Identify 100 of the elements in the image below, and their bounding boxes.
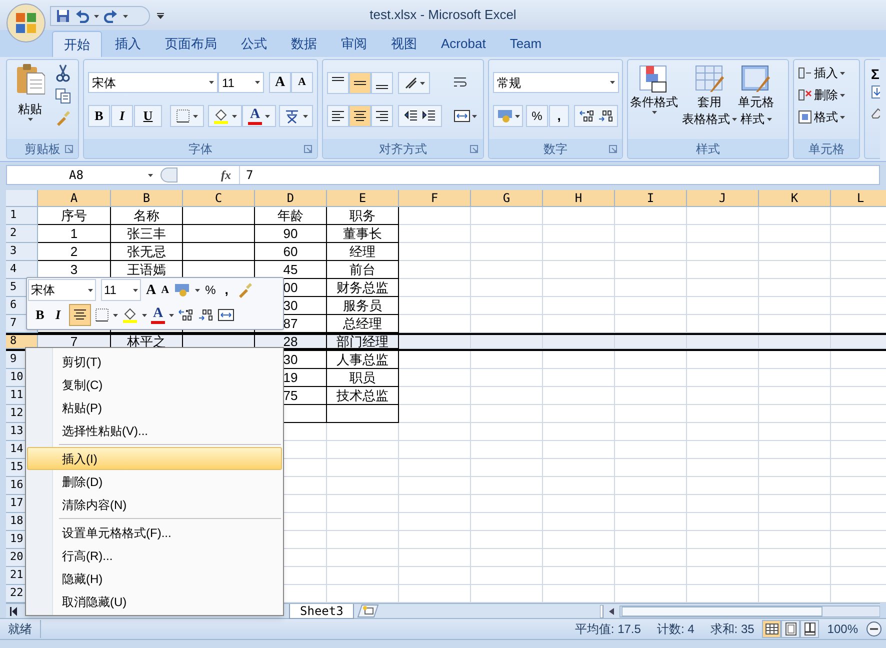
comma-button[interactable]: , [549, 105, 569, 127]
column-header[interactable]: L [831, 190, 886, 207]
cell-styles-button[interactable]: 单元格 样式 [738, 64, 774, 128]
menu-item[interactable]: 设置单元格格式(F)... [27, 521, 282, 544]
eraser-icon[interactable] [871, 107, 880, 119]
comma-button[interactable]: , [220, 280, 232, 300]
number-format-dropdown[interactable]: 常规 [493, 72, 619, 93]
bold-button[interactable]: B [88, 105, 110, 127]
column-header[interactable]: A [38, 190, 111, 207]
bottom-align-button[interactable] [371, 72, 393, 94]
caret-icon[interactable] [133, 288, 138, 292]
font-family-dropdown[interactable]: 宋体 [28, 279, 96, 301]
delete-button[interactable]: 删除 [798, 85, 845, 105]
horizontal-scrollbar[interactable] [600, 604, 880, 618]
column-header[interactable]: J [687, 190, 759, 207]
format-as-table-button[interactable]: 套用 表格格式 [682, 64, 737, 128]
column-header[interactable]: D [255, 190, 327, 207]
redo-icon[interactable] [104, 9, 118, 23]
customize-icon[interactable] [157, 13, 164, 19]
shrink-font-button[interactable]: A [161, 282, 170, 298]
ribbon-tab[interactable]: Acrobat [430, 31, 497, 57]
ribbon-tab[interactable]: Team [498, 31, 553, 57]
font-color-button[interactable]: A [152, 306, 164, 320]
page-layout-view-button[interactable] [781, 620, 800, 638]
cut-icon[interactable] [55, 64, 71, 82]
column-header[interactable]: G [471, 190, 543, 207]
italic-button[interactable]: I [111, 105, 133, 127]
borders-button[interactable] [170, 105, 204, 127]
name-box[interactable]: A8 [7, 166, 157, 184]
new-sheet-icon[interactable] [356, 604, 380, 618]
grow-font-button[interactable]: A [269, 72, 291, 93]
menu-item[interactable]: 行高(R)... [27, 544, 282, 567]
orientation-button[interactable] [398, 72, 430, 94]
font-family-dropdown[interactable]: 宋体 [88, 72, 218, 93]
save-icon[interactable] [56, 9, 70, 23]
font-size-dropdown[interactable]: 11 [218, 72, 264, 93]
menu-item[interactable]: 取消隐藏(U) [27, 590, 282, 613]
caret-icon[interactable] [255, 81, 260, 84]
caret-icon[interactable] [610, 81, 615, 84]
fill-down-icon[interactable] [871, 85, 880, 99]
insert-function-button[interactable]: fx [179, 166, 239, 184]
grow-font-button[interactable]: A [146, 280, 156, 300]
middle-align-button[interactable] [349, 72, 371, 94]
menu-item[interactable]: 插入(I) [27, 447, 282, 470]
ribbon-tab[interactable]: 视图 [380, 31, 428, 57]
format-button[interactable]: 格式 [798, 107, 845, 127]
center-button[interactable] [349, 105, 371, 127]
center-button[interactable] [69, 304, 91, 326]
money-icon[interactable] [174, 283, 190, 297]
caret-icon[interactable] [148, 174, 153, 176]
column-header[interactable]: E [327, 190, 399, 207]
sum-button[interactable]: Σ [871, 64, 880, 85]
font-size-dropdown[interactable]: 11 [101, 279, 141, 301]
caret-icon[interactable] [94, 14, 99, 18]
column-header[interactable]: H [543, 190, 615, 207]
caret-icon[interactable] [195, 288, 200, 292]
ribbon-tab[interactable]: 审阅 [330, 31, 378, 57]
conditional-format-button[interactable]: 条件格式 [630, 64, 678, 114]
top-align-button[interactable] [327, 72, 349, 94]
menu-item[interactable]: 清除内容(N) [27, 493, 282, 516]
menu-item[interactable]: 隐藏(H) [27, 567, 282, 590]
column-header[interactable]: F [399, 190, 471, 207]
menu-item[interactable]: 选择性粘贴(V)... [27, 419, 282, 442]
percent-button[interactable]: % [526, 105, 548, 127]
italic-button[interactable]: I [51, 305, 65, 325]
menu-item[interactable]: 删除(D) [27, 470, 282, 493]
caret-icon[interactable] [209, 81, 214, 84]
percent-button[interactable]: % [205, 281, 216, 299]
copy-icon[interactable] [55, 88, 71, 104]
underline-button[interactable]: U [134, 105, 162, 127]
bold-button[interactable]: B [33, 305, 47, 325]
borders-icon[interactable] [95, 308, 109, 322]
paint-bucket-icon[interactable] [122, 307, 138, 323]
ribbon-tab[interactable]: 开始 [52, 31, 102, 57]
decimal-buttons[interactable] [574, 105, 618, 127]
increase-decimal-icon[interactable] [178, 308, 194, 322]
ribbon-tab[interactable]: 插入 [104, 31, 152, 57]
paste-button[interactable]: 粘贴 [10, 63, 50, 125]
sheet-tab[interactable]: Sheet3 [289, 604, 354, 618]
font-color-button[interactable]: A [242, 105, 276, 127]
column-header[interactable]: C [183, 190, 255, 207]
first-sheet-icon[interactable] [9, 606, 19, 616]
caret-icon[interactable] [88, 288, 93, 292]
ribbon-tab[interactable]: 数据 [280, 31, 328, 57]
phonetic-button[interactable] [279, 105, 313, 127]
zoom-out-icon[interactable] [866, 621, 882, 637]
column-header[interactable]: B [111, 190, 183, 207]
ribbon-tab[interactable]: 公式 [230, 31, 278, 57]
caret-icon[interactable] [123, 14, 128, 18]
ribbon-tab[interactable]: 页面布局 [154, 31, 228, 57]
undo-icon[interactable] [75, 9, 89, 23]
merge-icon[interactable] [218, 309, 234, 321]
shrink-font-button[interactable]: A [291, 72, 313, 93]
fill-color-button[interactable] [208, 105, 242, 127]
decrease-decimal-icon[interactable] [198, 308, 214, 322]
brush-icon[interactable] [237, 282, 254, 298]
column-header[interactable]: K [759, 190, 831, 207]
indent-buttons[interactable] [398, 105, 442, 127]
insert-button[interactable]: 插入 [798, 63, 845, 83]
normal-view-button[interactable] [762, 620, 782, 638]
